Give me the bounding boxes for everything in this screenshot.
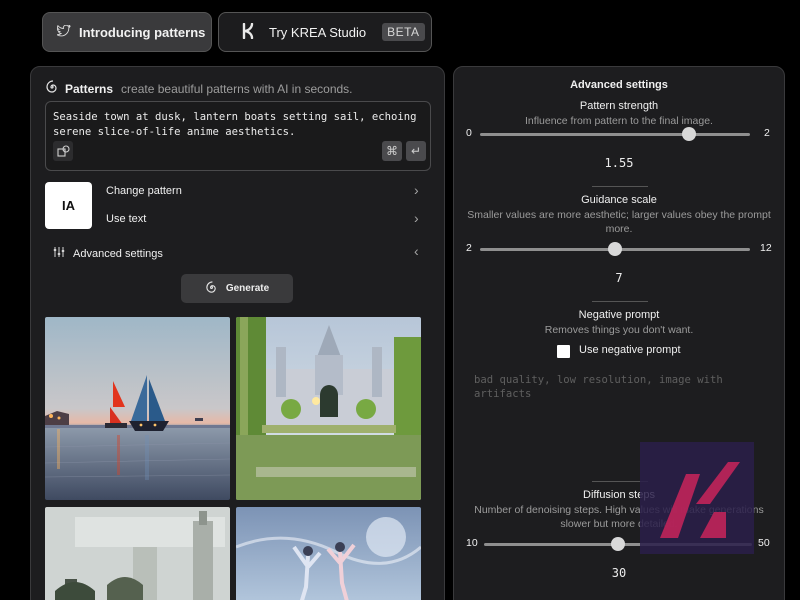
enter-key-icon[interactable]: ↵ [406, 141, 426, 161]
advanced-settings-toggle[interactable]: Advanced settings [53, 246, 163, 261]
patterns-header: Patterns create beautiful patterns with … [45, 80, 353, 97]
guidance-scale-min: 2 [466, 242, 472, 254]
pattern-strength-slider-thumb[interactable] [682, 127, 697, 141]
use-text-link[interactable]: Use text [106, 213, 146, 225]
patterns-subtitle: create beautiful patterns with AI in sec… [121, 81, 353, 96]
try-krea-studio-button[interactable]: Try KREA Studio BETA [218, 12, 432, 52]
negative-prompt-label: Negative prompt [578, 309, 660, 321]
guidance-scale-max: 12 [760, 242, 772, 254]
introducing-patterns-button[interactable]: Introducing patterns [42, 12, 212, 52]
pattern-strength-desc: Influence from pattern to the final imag… [525, 115, 713, 127]
guidance-scale-desc: Smaller values are more aesthetic; large… [467, 209, 771, 235]
twitter-bird-icon [55, 23, 71, 40]
shapes-icon[interactable] [53, 141, 73, 161]
divider [592, 186, 648, 187]
spiral-icon [45, 80, 59, 97]
pattern-strength-value: 1.55 [604, 156, 634, 170]
advanced-settings-title: Advanced settings [570, 79, 668, 91]
guidance-scale-slider-thumb[interactable] [608, 242, 622, 256]
logo-watermark [640, 442, 754, 554]
generated-image-seaside-boats[interactable] [45, 317, 230, 500]
divider [592, 301, 648, 302]
krea-logo-icon [241, 22, 255, 42]
prompt-input[interactable]: Seaside town at dusk, lantern boats sett… [45, 101, 431, 171]
pattern-strength-max: 2 [764, 127, 770, 139]
generated-image-misty-ruins[interactable] [45, 507, 230, 600]
patterns-panel: Patterns create beautiful patterns with … [30, 66, 445, 600]
chevron-right-icon[interactable]: › [414, 210, 419, 226]
negative-prompt-input[interactable]: bad quality, low resolution, image with … [474, 373, 764, 401]
guidance-scale-label: Guidance scale [581, 194, 657, 206]
chevron-left-icon[interactable]: ‹ [414, 243, 419, 259]
generate-button[interactable]: Generate [181, 274, 293, 303]
generated-image-dancers[interactable] [236, 507, 421, 600]
try-krea-studio-label: Try KREA Studio [269, 24, 367, 40]
pattern-strength-min: 0 [466, 127, 472, 139]
guidance-scale-value: 7 [615, 271, 623, 285]
introducing-patterns-label: Introducing patterns [79, 24, 206, 40]
advanced-settings-label: Advanced settings [73, 247, 163, 260]
sliders-icon [53, 246, 65, 261]
spiral-icon [205, 280, 218, 297]
beta-badge: BETA [382, 23, 425, 41]
diffusion-steps-value: 30 [611, 566, 627, 580]
command-key-icon[interactable]: ⌘ [382, 141, 402, 161]
use-negative-prompt-label[interactable]: Use negative prompt [579, 344, 681, 356]
diffusion-steps-min: 10 [466, 537, 478, 549]
prompt-text[interactable]: Seaside town at dusk, lantern boats sett… [53, 110, 423, 140]
change-pattern-link[interactable]: Change pattern [106, 185, 182, 197]
use-negative-prompt-checkbox[interactable] [557, 345, 570, 358]
pattern-strength-label: Pattern strength [579, 100, 659, 112]
chevron-right-icon[interactable]: › [414, 182, 419, 198]
pattern-thumbnail[interactable]: IA [45, 182, 92, 229]
pattern-strength-slider-track[interactable] [480, 133, 750, 136]
patterns-title: Patterns [65, 81, 114, 96]
diffusion-steps-max: 50 [758, 537, 770, 549]
generated-image-green-palace[interactable] [236, 317, 421, 500]
diffusion-steps-slider-thumb[interactable] [611, 537, 625, 551]
generate-label: Generate [225, 283, 270, 294]
negative-prompt-desc: Removes things you don't want. [544, 324, 694, 336]
